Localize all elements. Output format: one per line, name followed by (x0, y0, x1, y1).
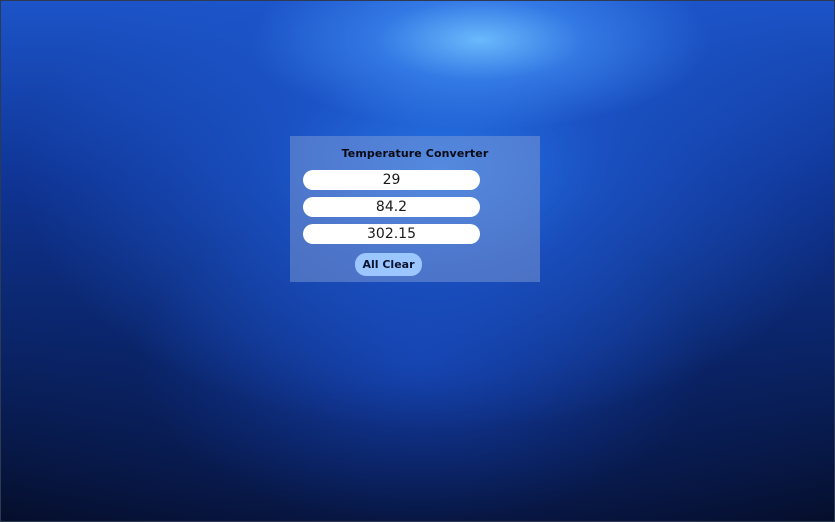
fahrenheit-input[interactable] (303, 197, 480, 217)
converter-title: Temperature Converter (341, 147, 489, 160)
kelvin-input[interactable] (303, 224, 480, 244)
all-clear-button[interactable]: All Clear (355, 253, 422, 276)
celsius-input[interactable] (303, 170, 480, 190)
temperature-converter-panel: Temperature Converter All Clear (290, 136, 540, 282)
